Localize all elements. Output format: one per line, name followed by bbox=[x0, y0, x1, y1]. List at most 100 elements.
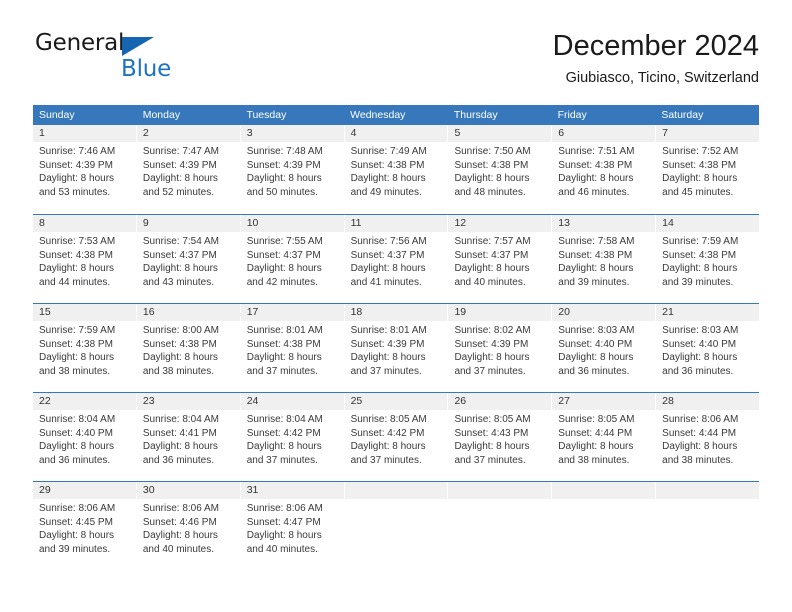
day-detail-line: Sunset: 4:39 PM bbox=[246, 159, 321, 171]
day-detail-line: Sunset: 4:38 PM bbox=[142, 338, 217, 350]
day-cell[interactable]: 7 Sunrise: 7:52 AM Sunset: 4:38 PM Daylight… bbox=[656, 125, 760, 214]
day-detail-line: Sunset: 4:40 PM bbox=[39, 427, 113, 439]
day-detail-line: and 39 minutes. bbox=[39, 543, 111, 555]
day-detail-line: Daylight: 8 hours bbox=[350, 441, 426, 453]
general-blue-logo[interactable]: General Blue bbox=[33, 28, 233, 86]
day-detail-line: Daylight: 8 hours bbox=[39, 263, 115, 275]
day-cell[interactable]: 13 Sunrise: 7:58 AM Sunset: 4:38 PM Dayligh… bbox=[552, 215, 657, 303]
day-detail-line: Daylight: 8 hours bbox=[558, 173, 634, 185]
day-details: Sunrise: 8:05 AM Sunset: 4:43 PM Daylight:… bbox=[448, 410, 551, 467]
day-number: 13 bbox=[552, 215, 656, 232]
day-cell[interactable]: 21 Sunrise: 8:03 AM Sunset: 4:40 PM Dayligh… bbox=[656, 304, 760, 392]
day-detail-line: and 49 minutes. bbox=[350, 186, 422, 198]
day-cell[interactable]: 30 Sunrise: 8:06 AM Sunset: 4:46 PM Dayligh… bbox=[136, 482, 241, 570]
day-detail-line: and 42 minutes. bbox=[246, 276, 318, 288]
day-cell[interactable]: 26 Sunrise: 8:05 AM Sunset: 4:43 PM Dayligh… bbox=[448, 393, 553, 481]
day-cell[interactable]: 5 Sunrise: 7:50 AM Sunset: 4:38 PM Daylight… bbox=[448, 125, 553, 214]
day-number: 14 bbox=[656, 215, 760, 232]
day-number: 21 bbox=[656, 304, 760, 321]
day-cell[interactable]: 31 Sunrise: 8:06 AM Sunset: 4:47 PM Dayligh… bbox=[240, 482, 345, 570]
day-detail-line: Sunset: 4:37 PM bbox=[246, 249, 321, 261]
day-cell[interactable]: 22 Sunrise: 8:04 AM Sunset: 4:40 PM Dayligh… bbox=[33, 393, 137, 481]
day-cell[interactable]: 16 Sunrise: 8:00 AM Sunset: 4:38 PM Dayligh… bbox=[136, 304, 241, 392]
page-header: General Blue December 2024 Giubiasco, Ti… bbox=[33, 28, 759, 98]
day-cell[interactable]: 17 Sunrise: 8:01 AM Sunset: 4:38 PM Dayligh… bbox=[240, 304, 345, 392]
day-detail-line: Sunrise: 7:59 AM bbox=[662, 236, 739, 247]
day-number bbox=[448, 482, 552, 499]
day-detail-line: and 38 minutes. bbox=[558, 454, 630, 466]
day-detail-line: Sunset: 4:44 PM bbox=[662, 427, 737, 439]
day-cell[interactable]: 14 Sunrise: 7:59 AM Sunset: 4:38 PM Dayligh… bbox=[656, 215, 760, 303]
day-detail-line: Sunset: 4:44 PM bbox=[558, 427, 633, 439]
day-details: Sunrise: 7:46 AM Sunset: 4:39 PM Daylight:… bbox=[33, 142, 136, 199]
day-cell[interactable]: 25 Sunrise: 8:05 AM Sunset: 4:42 PM Dayligh… bbox=[344, 393, 449, 481]
day-number: 4 bbox=[344, 125, 448, 142]
day-details: Sunrise: 7:59 AM Sunset: 4:38 PM Daylight:… bbox=[33, 321, 136, 378]
day-cell[interactable]: 2 Sunrise: 7:47 AM Sunset: 4:39 PM Daylight… bbox=[136, 125, 241, 214]
day-detail-line: Daylight: 8 hours bbox=[246, 352, 322, 364]
day-cell[interactable]: 20 Sunrise: 8:03 AM Sunset: 4:40 PM Dayligh… bbox=[552, 304, 657, 392]
day-cell[interactable]: 9 Sunrise: 7:54 AM Sunset: 4:37 PM Daylight… bbox=[136, 215, 241, 303]
weekday-header-sunday: Sunday bbox=[39, 109, 75, 121]
calendar-weeks: 1 Sunrise: 7:46 AM Sunset: 4:39 PM Daylight… bbox=[33, 125, 760, 570]
day-details: Sunrise: 8:03 AM Sunset: 4:40 PM Daylight:… bbox=[552, 321, 655, 378]
day-cell[interactable]: 15 Sunrise: 7:59 AM Sunset: 4:38 PM Dayligh… bbox=[33, 304, 137, 392]
day-detail-line: Sunrise: 8:01 AM bbox=[350, 325, 427, 336]
day-detail-line: Daylight: 8 hours bbox=[39, 530, 115, 542]
day-cell[interactable]: 1 Sunrise: 7:46 AM Sunset: 4:39 PM Daylight… bbox=[33, 125, 137, 214]
day-detail-line: Sunrise: 7:59 AM bbox=[39, 325, 116, 336]
day-detail-line: and 39 minutes. bbox=[662, 276, 734, 288]
day-detail-line: Sunset: 4:39 PM bbox=[39, 159, 113, 171]
day-detail-line: Daylight: 8 hours bbox=[454, 173, 530, 185]
day-detail-line: Sunset: 4:38 PM bbox=[350, 159, 425, 171]
day-cell[interactable]: 6 Sunrise: 7:51 AM Sunset: 4:38 PM Daylight… bbox=[552, 125, 657, 214]
day-detail-line: and 41 minutes. bbox=[350, 276, 422, 288]
day-cell[interactable]: 4 Sunrise: 7:49 AM Sunset: 4:38 PM Daylight… bbox=[344, 125, 449, 214]
day-detail-line: Sunrise: 7:57 AM bbox=[454, 236, 531, 247]
day-cell[interactable]: 12 Sunrise: 7:57 AM Sunset: 4:37 PM Dayligh… bbox=[448, 215, 553, 303]
day-details: Sunrise: 8:04 AM Sunset: 4:42 PM Daylight:… bbox=[241, 410, 344, 467]
day-detail-line: Sunset: 4:39 PM bbox=[454, 338, 529, 350]
day-detail-line: Daylight: 8 hours bbox=[662, 173, 738, 185]
day-detail-line: Daylight: 8 hours bbox=[558, 441, 634, 453]
day-number: 23 bbox=[136, 393, 240, 410]
day-detail-line: Daylight: 8 hours bbox=[558, 263, 634, 275]
day-detail-line: Sunrise: 8:03 AM bbox=[662, 325, 739, 336]
day-details: Sunrise: 7:51 AM Sunset: 4:38 PM Daylight:… bbox=[552, 142, 655, 199]
day-details: Sunrise: 8:03 AM Sunset: 4:40 PM Daylight:… bbox=[656, 321, 759, 378]
day-detail-line: Daylight: 8 hours bbox=[246, 441, 322, 453]
day-detail-line: Sunset: 4:46 PM bbox=[142, 516, 217, 528]
day-cell[interactable]: 27 Sunrise: 8:05 AM Sunset: 4:44 PM Dayligh… bbox=[552, 393, 657, 481]
day-details: Sunrise: 8:05 AM Sunset: 4:42 PM Daylight:… bbox=[345, 410, 448, 467]
day-detail-line: Daylight: 8 hours bbox=[454, 263, 530, 275]
day-detail-line: and 37 minutes. bbox=[246, 365, 318, 377]
day-detail-line: Sunrise: 7:50 AM bbox=[454, 146, 531, 157]
day-cell[interactable]: 23 Sunrise: 8:04 AM Sunset: 4:41 PM Dayligh… bbox=[136, 393, 241, 481]
day-cell[interactable]: 11 Sunrise: 7:56 AM Sunset: 4:37 PM Dayligh… bbox=[344, 215, 449, 303]
day-detail-line: Sunrise: 8:02 AM bbox=[454, 325, 531, 336]
day-cell[interactable]: 28 Sunrise: 8:06 AM Sunset: 4:44 PM Dayligh… bbox=[656, 393, 760, 481]
day-cell[interactable]: 18 Sunrise: 8:01 AM Sunset: 4:39 PM Dayligh… bbox=[344, 304, 449, 392]
day-cell[interactable]: 3 Sunrise: 7:48 AM Sunset: 4:39 PM Daylight… bbox=[240, 125, 345, 214]
day-detail-line: Sunrise: 7:55 AM bbox=[246, 236, 323, 247]
day-cell[interactable]: 8 Sunrise: 7:53 AM Sunset: 4:38 PM Daylight… bbox=[33, 215, 137, 303]
day-cell[interactable]: 10 Sunrise: 7:55 AM Sunset: 4:37 PM Dayligh… bbox=[240, 215, 345, 303]
day-detail-line: Daylight: 8 hours bbox=[350, 263, 426, 275]
calendar-grid: Sunday Monday Tuesday Wednesday Thursday Frid… bbox=[33, 105, 760, 570]
day-detail-line: Daylight: 8 hours bbox=[246, 530, 322, 542]
day-detail-line: and 43 minutes. bbox=[142, 276, 215, 288]
day-cell[interactable]: 19 Sunrise: 8:02 AM Sunset: 4:39 PM Dayligh… bbox=[448, 304, 553, 392]
day-details: Sunrise: 8:06 AM Sunset: 4:45 PM Daylight:… bbox=[33, 499, 136, 556]
day-details: Sunrise: 7:47 AM Sunset: 4:39 PM Daylight:… bbox=[137, 142, 240, 199]
day-detail-line: Sunset: 4:40 PM bbox=[662, 338, 737, 350]
day-cell[interactable]: 24 Sunrise: 8:04 AM Sunset: 4:42 PM Dayligh… bbox=[240, 393, 345, 481]
title-block: December 2024 Giubiasco, Ticino, Switzer… bbox=[553, 28, 759, 89]
day-detail-line: and 38 minutes. bbox=[39, 365, 111, 377]
day-detail-line: Daylight: 8 hours bbox=[39, 352, 115, 364]
day-detail-line: Sunrise: 7:51 AM bbox=[558, 146, 635, 157]
day-detail-line: Sunrise: 8:06 AM bbox=[246, 503, 323, 514]
day-cell[interactable]: 29 Sunrise: 8:06 AM Sunset: 4:45 PM Dayligh… bbox=[33, 482, 137, 570]
day-number: 16 bbox=[136, 304, 240, 321]
day-detail-line: Daylight: 8 hours bbox=[558, 352, 634, 364]
day-number: 24 bbox=[240, 393, 344, 410]
